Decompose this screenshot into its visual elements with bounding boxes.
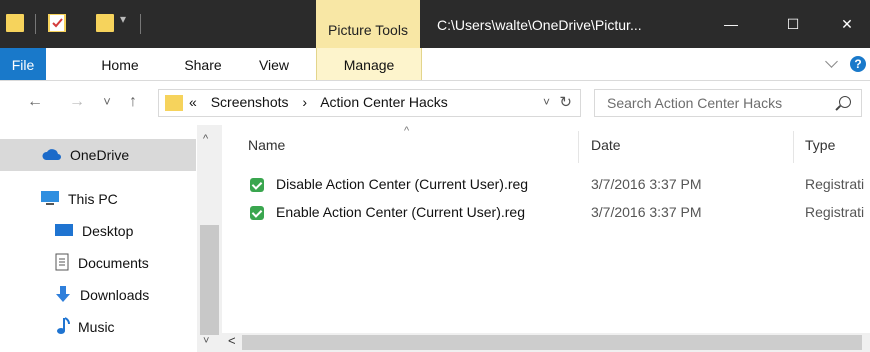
search-placeholder: Search Action Center Hacks (607, 95, 783, 111)
file-type: Registrati (805, 204, 865, 220)
picture-tools-context-tab: Picture Tools (316, 0, 420, 48)
table-row[interactable]: Disable Action Center (Current User).reg… (222, 173, 870, 197)
ribbon-tabs: File Home Share View Manage ? (0, 48, 870, 81)
toolbar-divider (140, 14, 141, 34)
up-button[interactable]: ↑ (122, 91, 144, 113)
window-title: C:\Users\walte\OneDrive\Pictur... (437, 17, 642, 33)
chevron-down-icon[interactable]: ˅ (543, 95, 550, 109)
minimize-icon: — (724, 16, 738, 32)
back-button[interactable]: ← (24, 91, 46, 113)
file-date: 3/7/2016 3:37 PM (591, 176, 702, 192)
column-header-date[interactable]: Date (591, 137, 621, 153)
address-bar[interactable]: « Screenshots › Action Center Hacks ˅ ↻ (158, 89, 581, 117)
sidebar-item-label: Music (78, 319, 115, 335)
breadcrumb-overflow[interactable]: « (189, 94, 197, 110)
sidebar-item-music[interactable]: Music (0, 311, 196, 343)
maximize-button[interactable]: ☐ (770, 0, 816, 48)
download-arrow-icon (54, 285, 72, 306)
tab-view[interactable]: View (252, 48, 296, 80)
sidebar-item-downloads[interactable]: Downloads (0, 279, 196, 311)
sidebar-item-this-pc[interactable]: This PC (0, 183, 196, 215)
file-list: ^ Name Date Type Disable Action Center (… (222, 125, 870, 352)
forward-button[interactable]: → (66, 91, 88, 113)
sidebar-item-desktop[interactable]: Desktop (0, 215, 196, 247)
file-date: 3/7/2016 3:37 PM (591, 204, 702, 220)
horizontal-scrollbar-thumb[interactable] (242, 335, 862, 350)
close-button[interactable]: ✕ (824, 0, 870, 48)
document-icon (54, 253, 70, 274)
customize-toolbar-icon[interactable]: ▾ (120, 12, 126, 26)
sidebar-item-label: This PC (68, 191, 118, 207)
toolbar-divider (35, 14, 36, 34)
sidebar-item-label: OneDrive (70, 147, 130, 163)
folder-icon[interactable] (6, 14, 24, 32)
column-divider[interactable] (793, 131, 794, 163)
breadcrumb-screenshots[interactable]: Screenshots (211, 94, 289, 110)
horizontal-scrollbar[interactable]: < (222, 333, 870, 352)
close-icon: ✕ (841, 15, 853, 32)
expand-ribbon-icon[interactable] (825, 55, 838, 68)
table-row[interactable]: Enable Action Center (Current User).reg … (222, 201, 870, 225)
search-icon (839, 96, 851, 108)
file-name: Disable Action Center (Current User).reg (276, 176, 529, 192)
new-folder-icon[interactable] (96, 14, 114, 32)
tab-file[interactable]: File (0, 48, 46, 80)
computer-icon (40, 190, 60, 209)
maximize-icon: ☐ (786, 15, 800, 32)
sidebar-item-documents[interactable]: Documents (0, 247, 196, 279)
minimize-button[interactable]: — (708, 0, 754, 48)
file-name: Enable Action Center (Current User).reg (276, 204, 525, 220)
column-divider[interactable] (578, 131, 579, 163)
help-icon[interactable]: ? (850, 56, 866, 72)
column-header-type[interactable]: Type (805, 137, 835, 153)
refresh-icon[interactable]: ↻ (559, 93, 572, 111)
breadcrumb-action-center-hacks[interactable]: Action Center Hacks (320, 94, 448, 110)
search-input[interactable]: Search Action Center Hacks (594, 89, 862, 117)
column-header-name[interactable]: Name (248, 137, 285, 153)
registry-file-icon (250, 206, 264, 220)
sidebar-item-onedrive[interactable]: OneDrive (0, 139, 196, 171)
breadcrumb: « Screenshots › Action Center Hacks (189, 94, 458, 110)
desktop-icon (54, 222, 74, 241)
sidebar-item-label: Documents (78, 255, 149, 271)
sort-ascending-icon: ^ (404, 125, 410, 137)
nav-scrollbar-thumb[interactable] (200, 225, 219, 335)
tab-home[interactable]: Home (90, 48, 150, 80)
file-type: Registrati (805, 176, 865, 192)
registry-file-icon (250, 178, 264, 192)
recent-locations-button[interactable]: ˅ (96, 91, 118, 113)
address-row: ← → ˅ ↑ « Screenshots › Action Center Ha… (0, 81, 870, 125)
breadcrumb-separator[interactable]: › (302, 94, 307, 110)
cloud-icon (42, 147, 62, 163)
scroll-down-icon[interactable]: ˅ (203, 335, 209, 347)
sidebar-item-label: Desktop (82, 223, 134, 239)
sidebar-item-label: Downloads (80, 287, 150, 303)
music-note-icon (56, 316, 70, 338)
properties-icon[interactable] (48, 14, 66, 32)
tab-manage[interactable]: Manage (316, 48, 422, 80)
navigation-pane: OneDrive This PC Desktop Documents Downl… (0, 125, 222, 352)
tab-share[interactable]: Share (175, 48, 231, 80)
title-bar: ▾ Picture Tools C:\Users\walte\OneDrive\… (0, 0, 870, 48)
picture-tools-label: Picture Tools (328, 22, 408, 38)
scroll-up-icon[interactable]: ^ (203, 133, 208, 145)
folder-icon (165, 95, 183, 111)
scroll-left-icon[interactable]: < (228, 333, 236, 348)
